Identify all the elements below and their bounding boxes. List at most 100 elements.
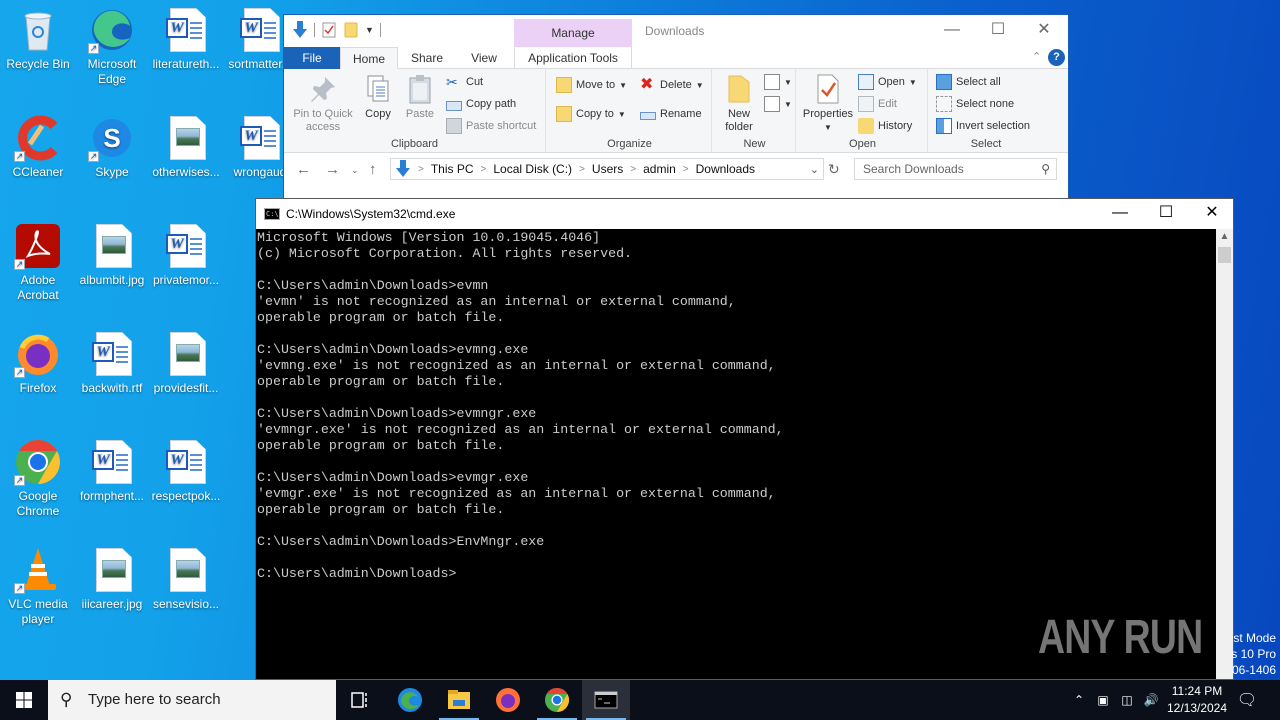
taskbar-chrome[interactable] <box>533 680 581 720</box>
properties-qat-icon[interactable] <box>321 22 337 38</box>
select-none-button[interactable]: Select none <box>936 95 1014 113</box>
desktop-icon-label: Skype <box>95 165 129 179</box>
start-button[interactable] <box>0 680 48 720</box>
open-button[interactable]: Open ▼ <box>858 73 917 91</box>
desktop-icon-label: iiicareer.jpg <box>81 597 143 611</box>
desktop-icon-ccleaner[interactable]: ↗ CCleaner <box>0 114 76 180</box>
select-all-button[interactable]: Select all <box>936 73 1001 91</box>
select-group-label: Select <box>970 138 1002 150</box>
desktop-icon-iiicareer-jpg[interactable]: iiicareer.jpg <box>74 546 150 612</box>
notifications-button[interactable]: 🗨 <box>1236 680 1258 720</box>
task-view-button[interactable] <box>336 680 384 720</box>
recent-locations-button[interactable]: ⌄ <box>351 165 359 176</box>
new-item-button[interactable]: ▼ <box>764 73 792 91</box>
desktop-icon-privatemor[interactable]: Wprivatemor... <box>148 222 224 288</box>
tab-share[interactable]: Share <box>402 47 452 69</box>
paste-shortcut-button[interactable]: Paste shortcut <box>446 117 536 135</box>
close-button[interactable]: ✕ <box>1021 15 1067 45</box>
address-bar[interactable]: > This PC > Local Disk (C:) > Users > ad… <box>390 158 824 180</box>
breadcrumb-item[interactable]: Users <box>592 162 623 176</box>
taskbar-firefox[interactable] <box>484 680 532 720</box>
scroll-up-icon[interactable]: ▲ <box>1216 231 1233 242</box>
easy-access-button[interactable]: ▼ <box>764 95 792 113</box>
back-button[interactable]: ← <box>296 161 311 178</box>
taskbar-search-input[interactable]: ⚲ Type here to search <box>48 680 336 720</box>
breadcrumb-item[interactable]: This PC <box>431 162 474 176</box>
help-icon[interactable]: ? <box>1048 49 1065 66</box>
chrome-icon <box>545 688 570 712</box>
desktop-icon-google-chrome[interactable]: ↗ Google Chrome <box>0 438 76 519</box>
edit-icon <box>858 96 874 112</box>
new-folder-qat-icon[interactable] <box>343 22 359 38</box>
show-hidden-icons-button[interactable]: ⌃ <box>1068 680 1090 720</box>
pin-to-quick-access-button[interactable]: Pin to Quick access <box>290 73 356 134</box>
breadcrumb-item[interactable]: Local Disk (C:) <box>493 162 572 176</box>
breadcrumb-item[interactable]: admin <box>643 162 676 176</box>
address-dropdown-icon[interactable]: ⌄ <box>810 163 819 176</box>
new-folder-button[interactable]: New folder <box>718 73 760 134</box>
desktop-icon-backwith-rtf[interactable]: Wbackwith.rtf <box>74 330 150 396</box>
invert-selection-button[interactable]: Invert selection <box>936 117 1030 135</box>
tab-application-tools[interactable]: Application Tools <box>514 47 632 69</box>
volume-icon[interactable]: 🔊 <box>1140 680 1162 720</box>
select-all-icon <box>936 74 952 90</box>
history-button[interactable]: History <box>858 117 912 135</box>
tab-view[interactable]: View <box>460 47 508 69</box>
maximize-button[interactable]: ☐ <box>975 15 1021 45</box>
search-downloads-input[interactable]: Search Downloads ⚲ <box>854 158 1057 180</box>
copy-path-button[interactable]: Copy path <box>446 95 516 113</box>
network-icon[interactable]: ◫ <box>1116 680 1138 720</box>
desktop-icon-microsoft-edge[interactable]: ↗ Microsoft Edge <box>74 6 150 87</box>
tab-home[interactable]: Home <box>340 47 398 70</box>
breadcrumb-item[interactable]: Downloads <box>696 162 755 176</box>
qat-dropdown-icon[interactable]: ▼ <box>365 25 374 35</box>
edit-button[interactable]: Edit <box>858 95 897 113</box>
collapse-ribbon-icon[interactable]: ⌃ <box>1032 50 1041 63</box>
invert-selection-icon <box>936 118 952 134</box>
desktop-icon-providesfit[interactable]: providesfit... <box>148 330 224 396</box>
desktop-icon-albumbit-jpg[interactable]: albumbit.jpg <box>74 222 150 288</box>
desktop-icon-recycle-bin[interactable]: Recycle Bin <box>0 6 76 72</box>
clock[interactable]: 11:24 PM 12/13/2024 <box>1160 683 1234 717</box>
rename-button[interactable]: Rename <box>640 105 702 123</box>
desktop-icon-respectpok[interactable]: Wrespectpok... <box>148 438 224 504</box>
console-scrollbar[interactable]: ▲ <box>1216 229 1233 679</box>
refresh-button[interactable]: ↻ <box>828 161 840 178</box>
move-to-button[interactable]: Move to ▼ <box>556 76 627 94</box>
desktop-icon-sensevisio[interactable]: sensevisio... <box>148 546 224 612</box>
console-line: operable program or batch file. <box>257 374 505 389</box>
desktop-icon-otherwises[interactable]: otherwises... <box>148 114 224 180</box>
taskbar-cmd[interactable] <box>582 680 630 720</box>
minimize-button[interactable]: — <box>929 15 975 45</box>
ribbon-tabs: File Home Share View Application Tools ⌃… <box>284 47 1068 70</box>
tab-file[interactable]: File <box>284 47 340 69</box>
taskbar-edge[interactable] <box>386 680 434 720</box>
meet-now-icon[interactable]: ▣ <box>1092 680 1114 720</box>
scrollbar-thumb[interactable] <box>1218 247 1231 263</box>
taskbar-file-explorer[interactable] <box>435 680 483 720</box>
desktop-icon-firefox[interactable]: ↗ Firefox <box>0 330 76 396</box>
delete-button[interactable]: ✖ Delete ▼ <box>640 76 704 94</box>
desktop-icon-skype[interactable]: S ↗ Skype <box>74 114 150 180</box>
desktop-icon-vlc-media-player[interactable]: ↗ VLC media player <box>0 546 76 627</box>
desktop-icon-literatureth[interactable]: Wliteratureth... <box>148 6 224 72</box>
tab-manage[interactable]: Manage <box>514 19 632 47</box>
paste-button[interactable]: Paste <box>402 73 438 121</box>
up-button[interactable]: ↑ <box>369 161 377 178</box>
forward-button[interactable]: → <box>325 161 340 178</box>
desktop-icon-formphent[interactable]: Wformphent... <box>74 438 150 504</box>
cmd-minimize-button[interactable]: — <box>1097 199 1143 229</box>
copy-button[interactable]: Copy <box>360 73 396 121</box>
move-to-icon <box>556 77 572 93</box>
copy-to-button[interactable]: Copy to ▼ <box>556 105 626 123</box>
desktop-icon-adobe-acrobat[interactable]: ↗ Adobe Acrobat <box>0 222 76 303</box>
cmd-close-button[interactable]: ✕ <box>1189 199 1235 229</box>
cut-button[interactable]: ✂ Cut <box>446 73 483 91</box>
properties-button[interactable]: Properties ▼ <box>800 73 856 134</box>
copy-icon <box>367 75 389 102</box>
explorer-titlebar: ▼ Manage Downloads — ☐ ✕ <box>284 15 1068 47</box>
cmd-maximize-button[interactable]: ☐ <box>1143 199 1189 229</box>
